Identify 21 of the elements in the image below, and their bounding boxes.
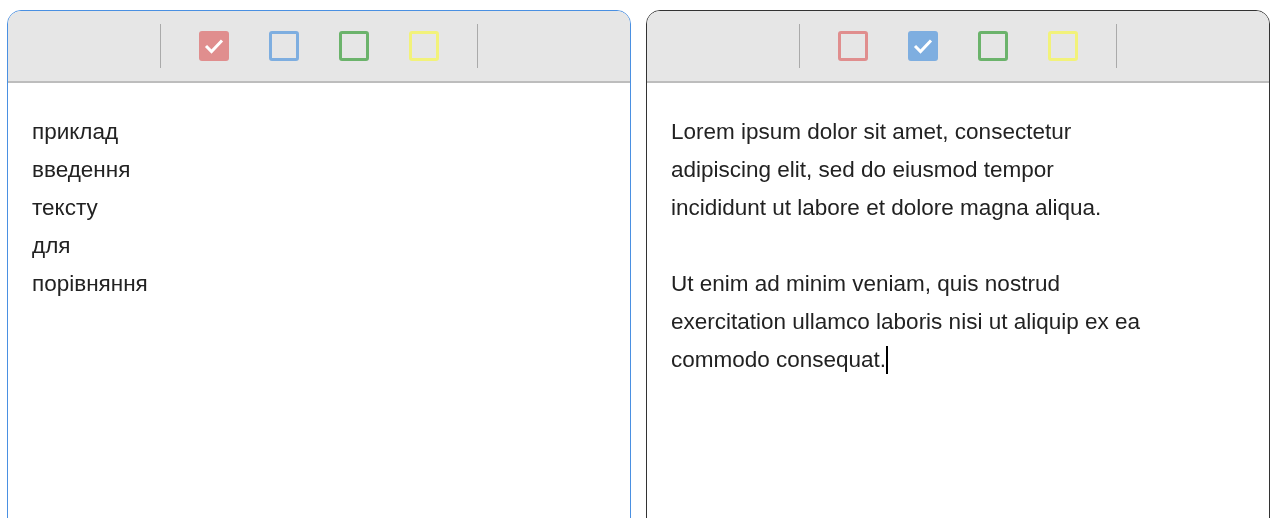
color-checkbox[interactable] (978, 31, 1008, 61)
text-line: incididunt ut labore et dolore magna aliqua. (671, 194, 1103, 222)
text-line: для (32, 232, 72, 260)
text-line: commodo consequat. (671, 347, 887, 372)
color-checkbox[interactable] (269, 31, 299, 61)
editor-panel[interactable]: приклад введення тексту для порівняння (7, 10, 631, 518)
color-checkbox[interactable] (838, 31, 868, 61)
text-line: приклад (32, 118, 120, 146)
text-line: Lorem ipsum dolor sit amet, consectetur (671, 118, 1073, 146)
text-line: тексту (32, 194, 99, 222)
checkmark-icon (913, 38, 933, 54)
text-line: exercitation ullamco laboris nisi ut aliquip ex ea (671, 308, 1141, 336)
text-line: порівняння (32, 270, 149, 298)
checkmark-icon (204, 38, 224, 54)
text-line: введення (32, 156, 132, 184)
text-line: Ut enim ad minim veniam, quis nostrud (671, 270, 1061, 298)
color-checkbox[interactable] (339, 31, 369, 61)
text-line: adipiscing elit, sed do eiusmod tempor (671, 156, 1055, 184)
color-checkbox[interactable] (199, 31, 229, 61)
color-checkbox[interactable] (908, 31, 938, 61)
editor-panel[interactable] (646, 10, 1270, 518)
